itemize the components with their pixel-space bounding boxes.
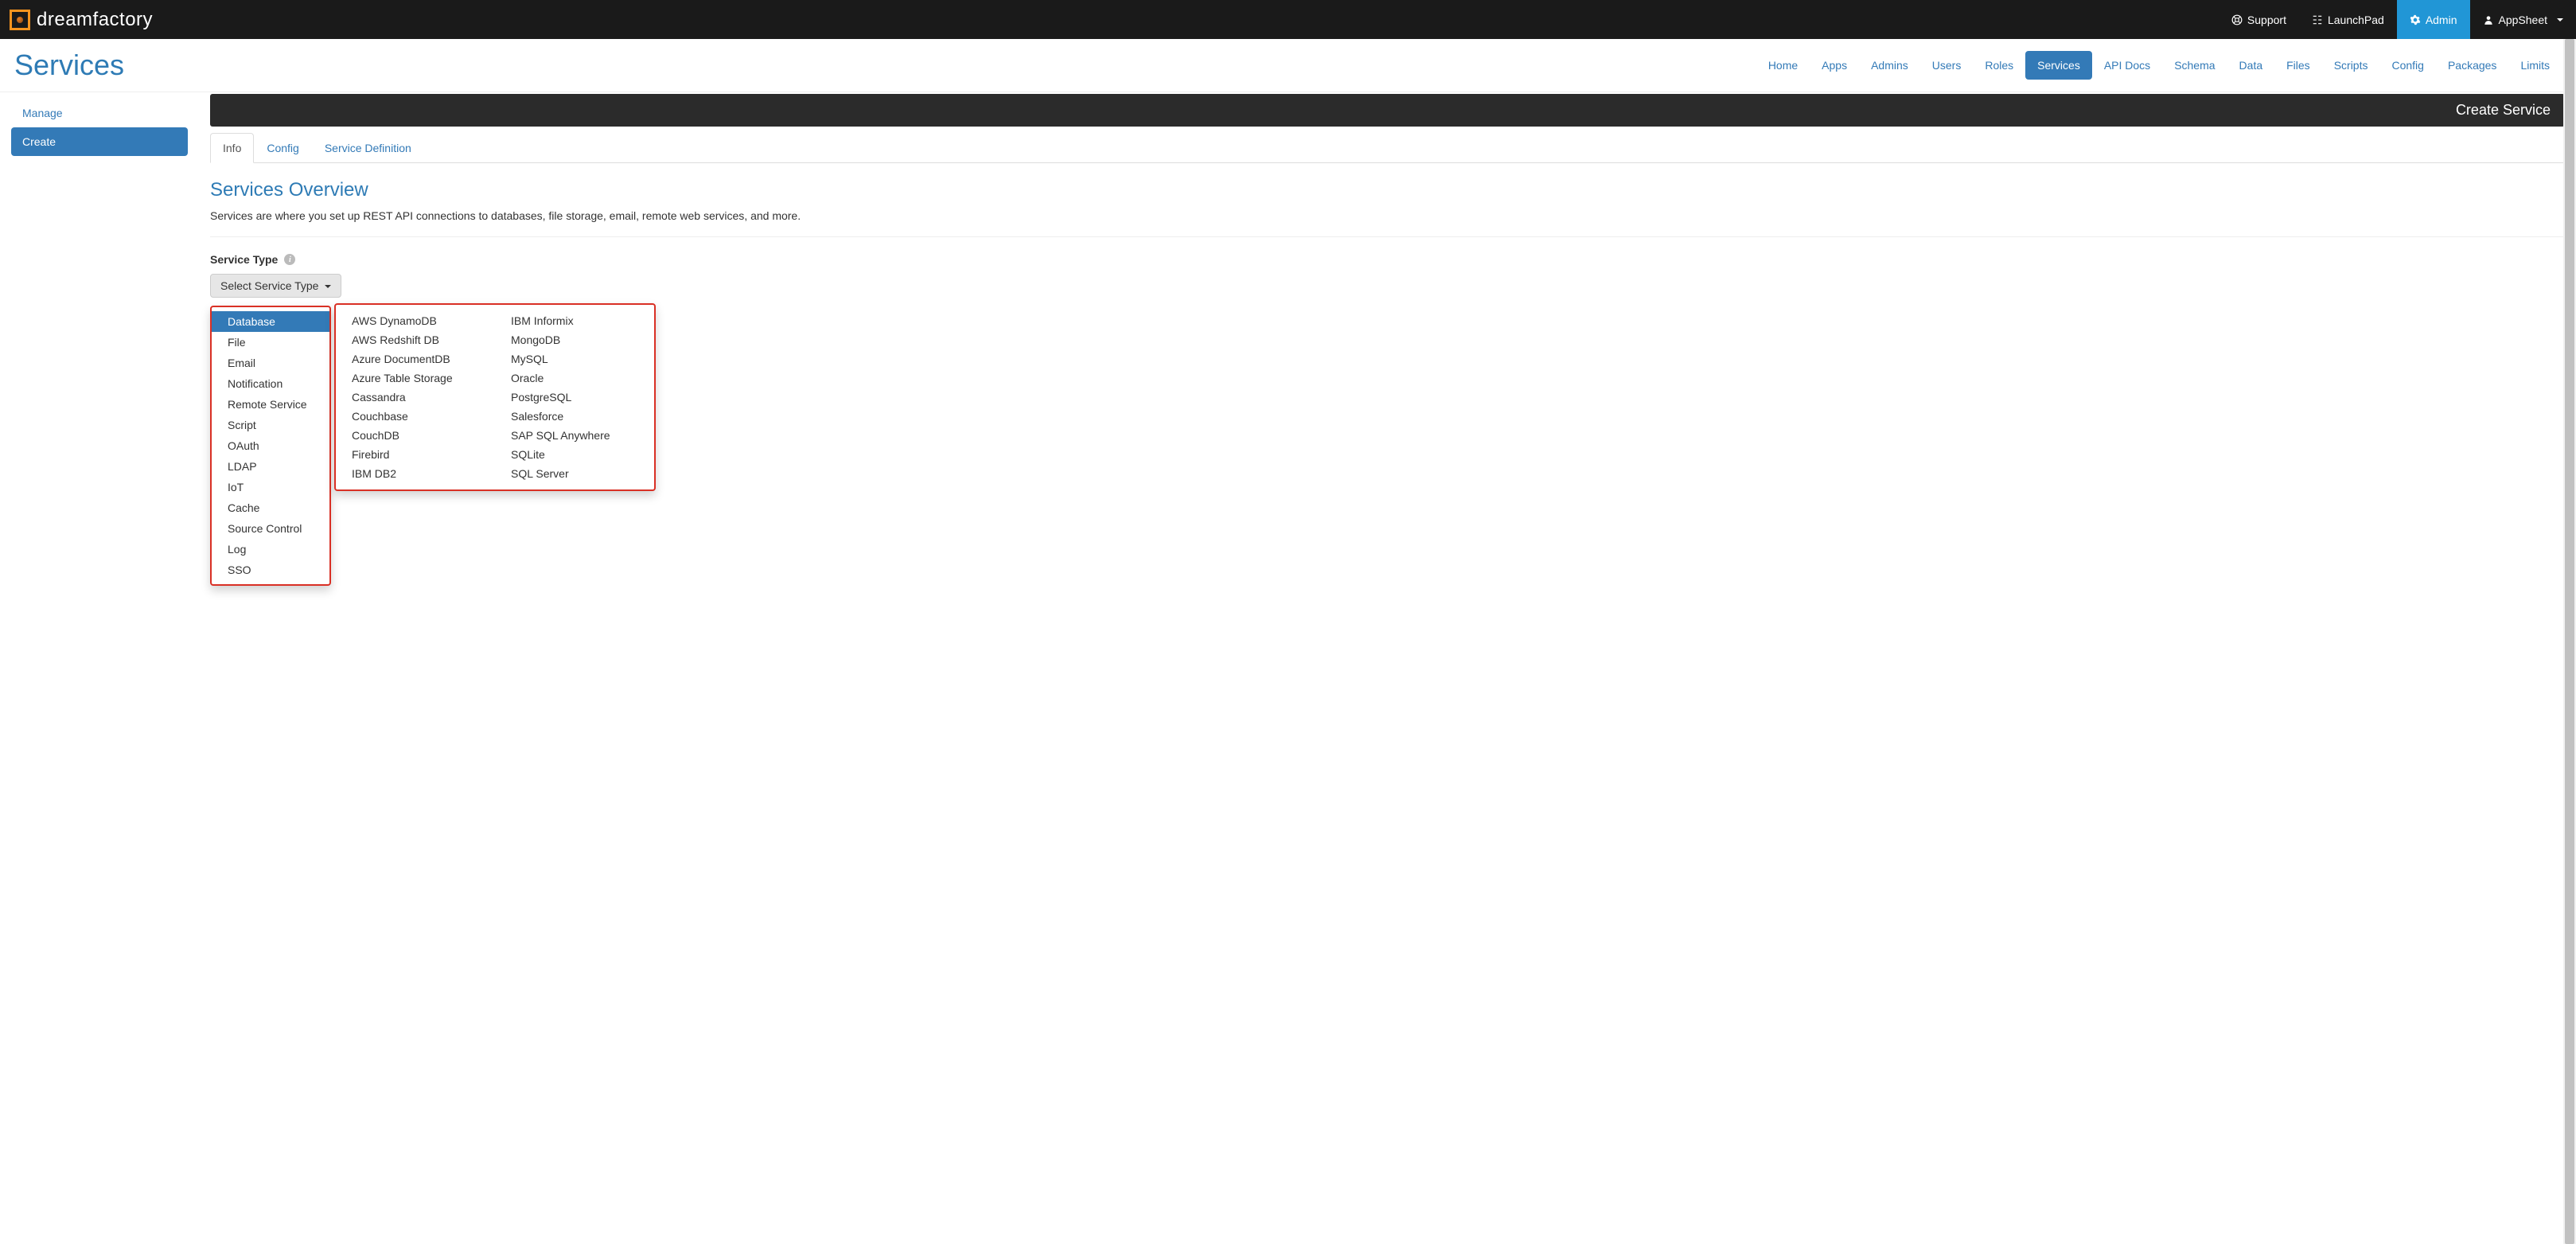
sidebar-item-manage[interactable]: Manage — [11, 99, 188, 127]
user-menu[interactable]: AppSheet — [2470, 0, 2576, 39]
brand-text: dreamfactory — [37, 9, 153, 31]
tabs: Info Config Service Definition — [210, 133, 2565, 163]
db-option-couchbase[interactable]: Couchbase — [336, 407, 495, 426]
caret-down-icon — [325, 285, 331, 288]
overview-desc: Services are where you set up REST API c… — [210, 209, 2565, 237]
panel-header: Create Service — [210, 94, 2565, 127]
service-type-category-menu: DatabaseFileEmailNotificationRemote Serv… — [210, 306, 331, 586]
nav-config[interactable]: Config — [2379, 51, 2435, 80]
service-type-category-database[interactable]: Database — [212, 311, 329, 332]
scrollbar-thumb[interactable] — [2565, 39, 2574, 1244]
db-option-sap-sql-anywhere[interactable]: SAP SQL Anywhere — [495, 426, 654, 445]
nav-admins[interactable]: Admins — [1859, 51, 1920, 80]
page-title[interactable]: Services — [14, 49, 124, 82]
service-type-category-log[interactable]: Log — [212, 539, 329, 560]
db-option-aws-redshift-db[interactable]: AWS Redshift DB — [336, 330, 495, 349]
nav-services[interactable]: Services — [2025, 51, 2092, 80]
nav-roles[interactable]: Roles — [1973, 51, 2025, 80]
grid-icon — [2312, 14, 2323, 25]
service-type-category-iot[interactable]: IoT — [212, 477, 329, 497]
nav-apps[interactable]: Apps — [1810, 51, 1859, 80]
service-type-category-email[interactable]: Email — [212, 353, 329, 373]
sidebar-item-create[interactable]: Create — [11, 127, 188, 156]
nav-packages[interactable]: Packages — [2436, 51, 2508, 80]
nav-data[interactable]: Data — [2227, 51, 2275, 80]
main-nav: HomeAppsAdminsUsersRolesServicesAPI Docs… — [1756, 51, 2576, 80]
layout: Manage Create Create Service Info Config… — [0, 92, 2576, 318]
db-option-sqlite[interactable]: SQLite — [495, 445, 654, 464]
service-type-category-script[interactable]: Script — [212, 415, 329, 435]
launchpad-label: LaunchPad — [2328, 14, 2384, 26]
service-type-category-file[interactable]: File — [212, 332, 329, 353]
user-icon — [2483, 14, 2494, 25]
tab-service-definition[interactable]: Service Definition — [312, 133, 424, 163]
db-option-sql-server[interactable]: SQL Server — [495, 464, 654, 483]
content: Services Overview Services are where you… — [210, 163, 2565, 318]
db-option-cassandra[interactable]: Cassandra — [336, 388, 495, 407]
service-type-category-ldap[interactable]: LDAP — [212, 456, 329, 477]
user-label: AppSheet — [2499, 14, 2548, 26]
database-submenu-col2: IBM InformixMongoDBMySQLOraclePostgreSQL… — [495, 311, 654, 483]
service-type-category-oauth[interactable]: OAuth — [212, 435, 329, 456]
db-option-azure-documentdb[interactable]: Azure DocumentDB — [336, 349, 495, 369]
tab-info[interactable]: Info — [210, 133, 254, 163]
select-service-type-button-label: Select Service Type — [220, 279, 318, 292]
info-icon[interactable]: i — [284, 254, 295, 265]
db-option-mongodb[interactable]: MongoDB — [495, 330, 654, 349]
select-service-type-button[interactable]: Select Service Type — [210, 274, 341, 298]
service-type-label: Service Type i — [210, 253, 2565, 266]
db-option-postgresql[interactable]: PostgreSQL — [495, 388, 654, 407]
db-option-ibm-informix[interactable]: IBM Informix — [495, 311, 654, 330]
lifebuoy-icon — [2231, 14, 2243, 25]
sidebar: Manage Create — [0, 92, 199, 318]
database-submenu: AWS DynamoDBAWS Redshift DBAzure Documen… — [334, 303, 656, 491]
service-type-category-notification[interactable]: Notification — [212, 373, 329, 394]
nav-home[interactable]: Home — [1756, 51, 1810, 80]
service-type-label-text: Service Type — [210, 253, 278, 266]
db-option-aws-dynamodb[interactable]: AWS DynamoDB — [336, 311, 495, 330]
support-label: Support — [2247, 14, 2286, 26]
service-type-category-source-control[interactable]: Source Control — [212, 518, 329, 539]
topbar: dreamfactory Support LaunchPad Admin App… — [0, 0, 2576, 39]
nav-files[interactable]: Files — [2274, 51, 2322, 80]
db-option-firebird[interactable]: Firebird — [336, 445, 495, 464]
topbar-right: Support LaunchPad Admin AppSheet — [2219, 0, 2576, 39]
nav-api-docs[interactable]: API Docs — [2092, 51, 2162, 80]
db-option-mysql[interactable]: MySQL — [495, 349, 654, 369]
db-option-ibm-db2[interactable]: IBM DB2 — [336, 464, 495, 483]
second-nav-row: Services HomeAppsAdminsUsersRolesService… — [0, 39, 2576, 92]
tab-config[interactable]: Config — [254, 133, 311, 163]
service-type-category-sso[interactable]: SSO — [212, 560, 329, 580]
database-submenu-col1: AWS DynamoDBAWS Redshift DBAzure Documen… — [336, 311, 495, 483]
admin-link[interactable]: Admin — [2397, 0, 2470, 39]
db-option-salesforce[interactable]: Salesforce — [495, 407, 654, 426]
service-type-category-cache[interactable]: Cache — [212, 497, 329, 518]
nav-limits[interactable]: Limits — [2508, 51, 2562, 80]
brand[interactable]: dreamfactory — [10, 9, 153, 31]
service-type-category-remote-service[interactable]: Remote Service — [212, 394, 329, 415]
nav-schema[interactable]: Schema — [2162, 51, 2227, 80]
db-option-oracle[interactable]: Oracle — [495, 369, 654, 388]
db-option-couchdb[interactable]: CouchDB — [336, 426, 495, 445]
nav-users[interactable]: Users — [1920, 51, 1974, 80]
db-option-azure-table-storage[interactable]: Azure Table Storage — [336, 369, 495, 388]
admin-label: Admin — [2426, 14, 2457, 26]
overview-title: Services Overview — [210, 179, 2565, 201]
main: Create Service Info Config Service Defin… — [199, 92, 2576, 318]
launchpad-link[interactable]: LaunchPad — [2299, 0, 2397, 39]
nav-scripts[interactable]: Scripts — [2322, 51, 2380, 80]
gear-icon — [2410, 14, 2421, 25]
support-link[interactable]: Support — [2219, 0, 2299, 39]
scrollbar[interactable] — [2563, 39, 2576, 1244]
brand-logo-icon — [10, 10, 30, 30]
